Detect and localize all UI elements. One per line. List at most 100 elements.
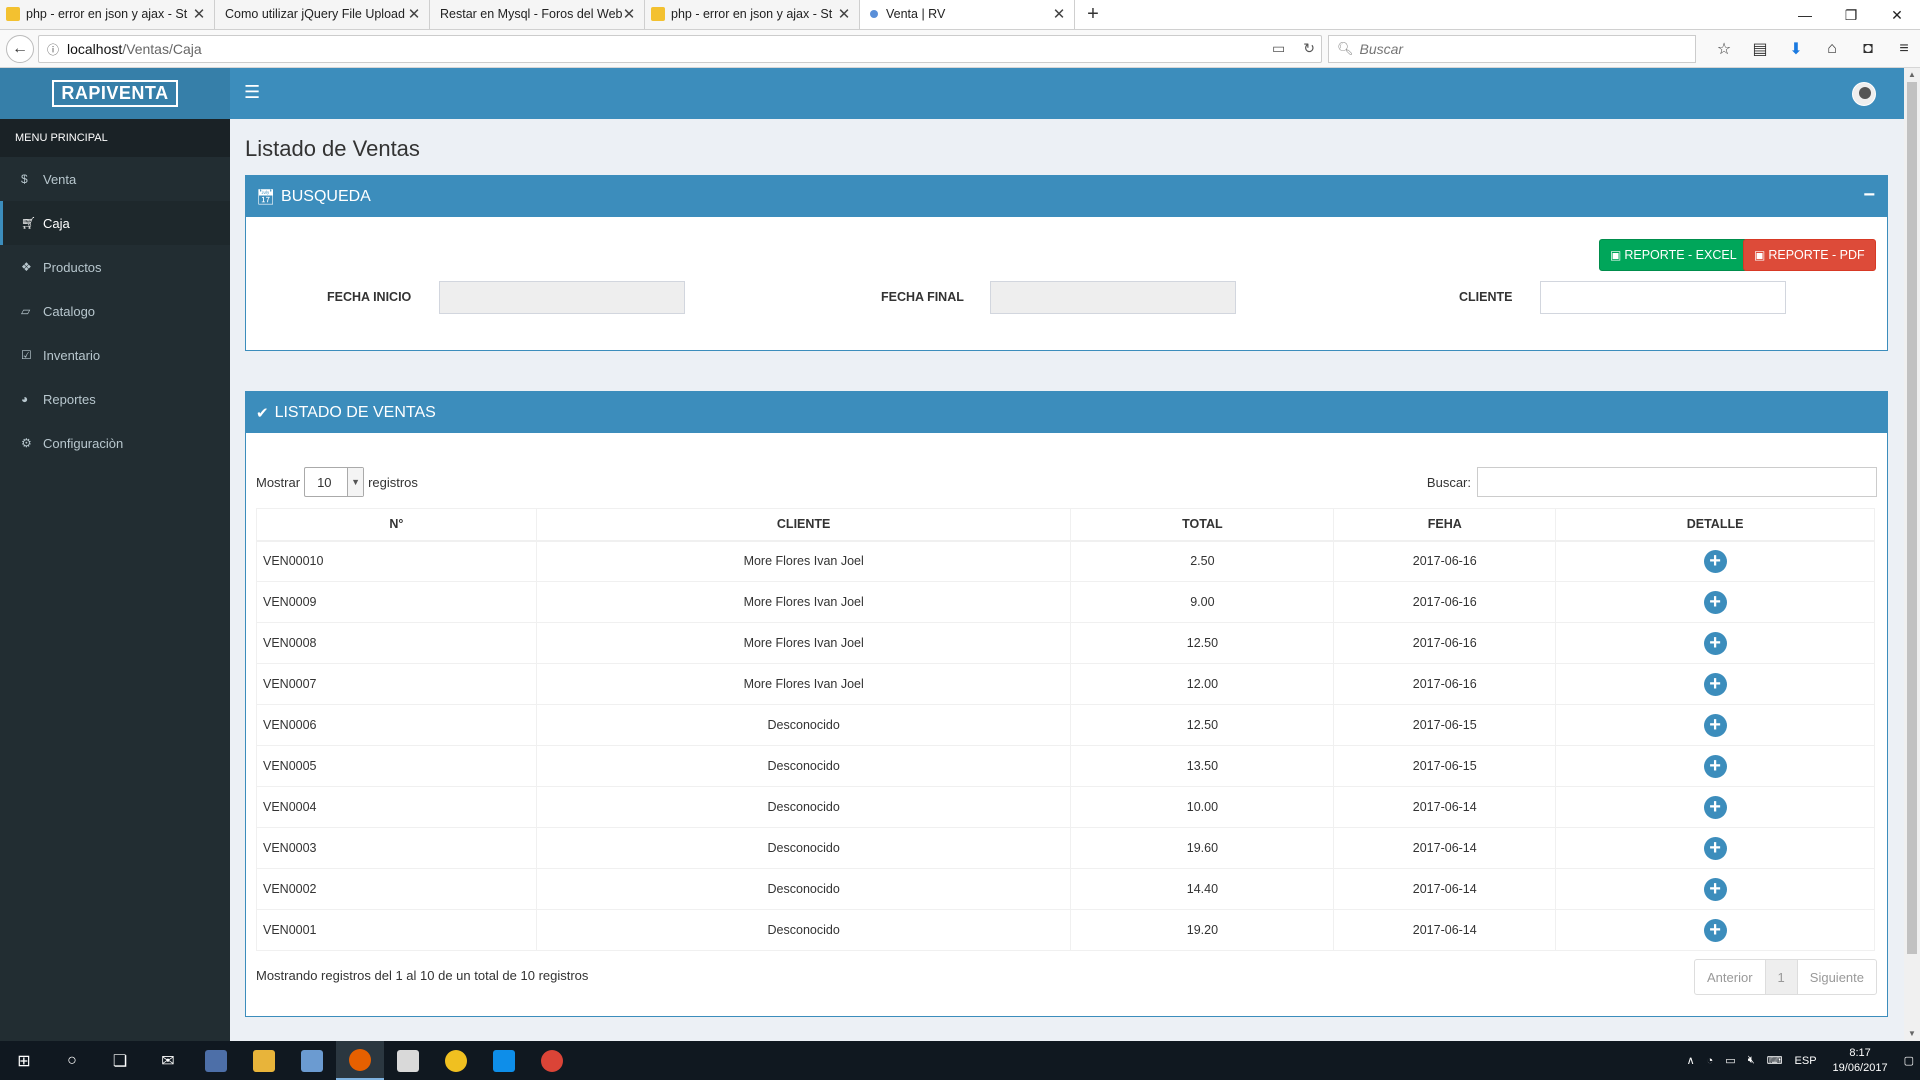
collapse-icon[interactable]: − (1863, 184, 1875, 207)
previous-page-button[interactable]: Anterior (1695, 960, 1766, 994)
export-excel-button[interactable]: ▣ REPORTE - EXCEL (1599, 239, 1748, 271)
volume-mute-icon[interactable]: 🔇︎ (1748, 1054, 1755, 1067)
reload-icon[interactable]: ↻ (1303, 40, 1315, 57)
plus-circle-icon[interactable]: + (1703, 672, 1727, 696)
sidebar-item-productos[interactable]: ❖ Productos (0, 245, 230, 289)
back-arrow-icon[interactable]: ← (6, 35, 34, 63)
tab-title: php - error en json y ajax - St (671, 7, 833, 21)
download-icon[interactable]: ⬇ (1778, 36, 1814, 62)
close-icon[interactable]: ✕ (1052, 5, 1066, 23)
chevron-up-icon[interactable]: ∧ (1687, 1054, 1695, 1067)
date-cell: 2017-06-16 (1333, 622, 1557, 664)
client-cell: More Flores Ivan Joel (535, 581, 1072, 623)
logo-area[interactable]: RAPIVENTA (0, 68, 230, 119)
avatar[interactable] (1852, 82, 1876, 106)
firefox-icon[interactable] (336, 1041, 384, 1080)
browser-tab[interactable]: Como utilizar jQuery File Upload ✕ (215, 0, 430, 29)
vertical-scrollbar[interactable]: ▲ ▼ (1904, 68, 1920, 1041)
home-icon[interactable]: ⌂ (1814, 36, 1850, 62)
next-page-button[interactable]: Siguiente (1798, 960, 1876, 994)
column-header-fecha[interactable]: FEHA (1333, 508, 1557, 542)
fecha-inicio-input[interactable] (439, 281, 685, 314)
info-icon[interactable]: ⓘ (39, 41, 67, 58)
total-cell: 13.50 (1070, 745, 1335, 787)
sidebar-item-venta[interactable]: $ Venta (0, 157, 230, 201)
app-yellow-icon[interactable] (432, 1041, 480, 1080)
browser-tab[interactable]: php - error en json y ajax - St ✕ (0, 0, 215, 29)
virtualbox-icon[interactable] (288, 1041, 336, 1080)
browser-tab-active[interactable]: Venta | RV ✕ (860, 0, 1075, 29)
chrome-icon[interactable] (528, 1041, 576, 1080)
teamviewer-icon[interactable] (480, 1041, 528, 1080)
close-icon[interactable]: ✕ (837, 5, 851, 23)
notifications-icon[interactable]: ▢ (1904, 1054, 1914, 1067)
plus-circle-icon[interactable]: + (1703, 713, 1727, 737)
close-icon[interactable]: ✕ (192, 5, 206, 23)
library-icon[interactable]: ▤ (1742, 36, 1778, 62)
export-pdf-button[interactable]: ▣ REPORTE - PDF (1743, 239, 1876, 271)
restore-icon[interactable]: ❐ (1828, 0, 1874, 30)
page-length-select[interactable]: 10 ▼ (304, 467, 365, 497)
close-icon[interactable]: ✕ (622, 5, 636, 23)
browser-tab[interactable]: php - error en json y ajax - St ✕ (645, 0, 860, 29)
network-icon[interactable]: ◔ (1707, 1055, 1714, 1067)
plus-circle-icon[interactable]: + (1703, 631, 1727, 655)
browser-tab[interactable]: Restar en Mysql - Foros del Web ✕ (430, 0, 645, 29)
sidebar-item-configuracion[interactable]: ⚙ Configuraciòn (0, 421, 230, 465)
url-bar[interactable]: ⓘ localhost/Ventas/Caja ▭ ↻ (38, 35, 1322, 63)
minimize-icon[interactable]: — (1782, 0, 1828, 30)
plus-circle-icon[interactable]: + (1703, 590, 1727, 614)
scroll-up-icon[interactable]: ▲ (1904, 68, 1920, 82)
browser-search-bar[interactable]: 🔍︎ (1328, 35, 1696, 63)
pocket-icon[interactable]: ◘ (1850, 36, 1886, 62)
plus-circle-icon[interactable]: + (1703, 836, 1727, 860)
sidebar-item-catalogo[interactable]: ▱ Catalogo (0, 289, 230, 333)
menu-icon[interactable]: ≡ (1886, 36, 1920, 62)
sidebar-item-reportes[interactable]: ◕ Reportes (0, 377, 230, 421)
column-header-cliente[interactable]: CLIENTE (535, 508, 1072, 542)
reader-view-icon[interactable]: ▭ (1272, 40, 1285, 57)
clock[interactable]: 8:17 19/06/2017 (1833, 1046, 1888, 1076)
client-cell: More Flores Ivan Joel (535, 622, 1072, 664)
plus-circle-icon[interactable]: + (1703, 754, 1727, 778)
scrollbar-thumb[interactable] (1907, 82, 1917, 954)
gear-icon: ⚙ (21, 436, 32, 450)
language-indicator[interactable]: ESP (1795, 1055, 1817, 1067)
bookmark-star-icon[interactable]: ☆ (1706, 36, 1742, 62)
battery-icon[interactable]: ▭ (1725, 1054, 1735, 1067)
app-icon[interactable] (192, 1041, 240, 1080)
column-header-total[interactable]: TOTAL (1070, 508, 1335, 542)
mail-icon[interactable]: ✉ (144, 1041, 192, 1080)
page-number-button[interactable]: 1 (1765, 960, 1798, 994)
file-explorer-icon[interactable] (240, 1041, 288, 1080)
file-pdf-icon: ▣ (1754, 248, 1766, 262)
registros-label: registros (368, 474, 418, 490)
plus-circle-icon[interactable]: + (1703, 918, 1727, 942)
task-view-icon[interactable]: ❏ (96, 1041, 144, 1080)
keyboard-icon[interactable]: ⌨ (1767, 1054, 1783, 1067)
new-tab-button[interactable]: + (1075, 0, 1111, 29)
plus-circle-icon[interactable]: + (1703, 549, 1727, 573)
cliente-input[interactable] (1540, 281, 1786, 314)
plus-circle-icon[interactable]: + (1703, 795, 1727, 819)
scroll-down-icon[interactable]: ▼ (1904, 1027, 1920, 1041)
client-cell: Desconocido (535, 827, 1072, 869)
browser-search-input[interactable] (1359, 41, 1680, 57)
media-player-icon[interactable] (384, 1041, 432, 1080)
close-window-icon[interactable]: ✕ (1874, 0, 1920, 30)
fecha-final-input[interactable] (990, 281, 1236, 314)
close-icon[interactable]: ✕ (407, 5, 421, 23)
date-cell: 2017-06-14 (1333, 786, 1557, 828)
search-icon[interactable]: ○ (48, 1041, 96, 1080)
column-header-num[interactable]: N° (256, 508, 537, 542)
column-header-detalle[interactable]: DETALLE (1555, 508, 1875, 542)
sale-number-cell: VEN0009 (256, 581, 537, 623)
sidebar-toggle-icon[interactable]: ☰ (244, 82, 260, 103)
table-search-input[interactable] (1477, 467, 1877, 497)
windows-start-icon[interactable]: ⊞ (0, 1041, 48, 1080)
plus-circle-icon[interactable]: + (1703, 877, 1727, 901)
sidebar-item-inventario[interactable]: ☑ Inventario (0, 333, 230, 377)
total-cell: 14.40 (1070, 868, 1335, 910)
sale-number-cell: VEN0006 (256, 704, 537, 746)
sidebar-item-caja[interactable]: 🛒︎ Caja (0, 201, 230, 245)
